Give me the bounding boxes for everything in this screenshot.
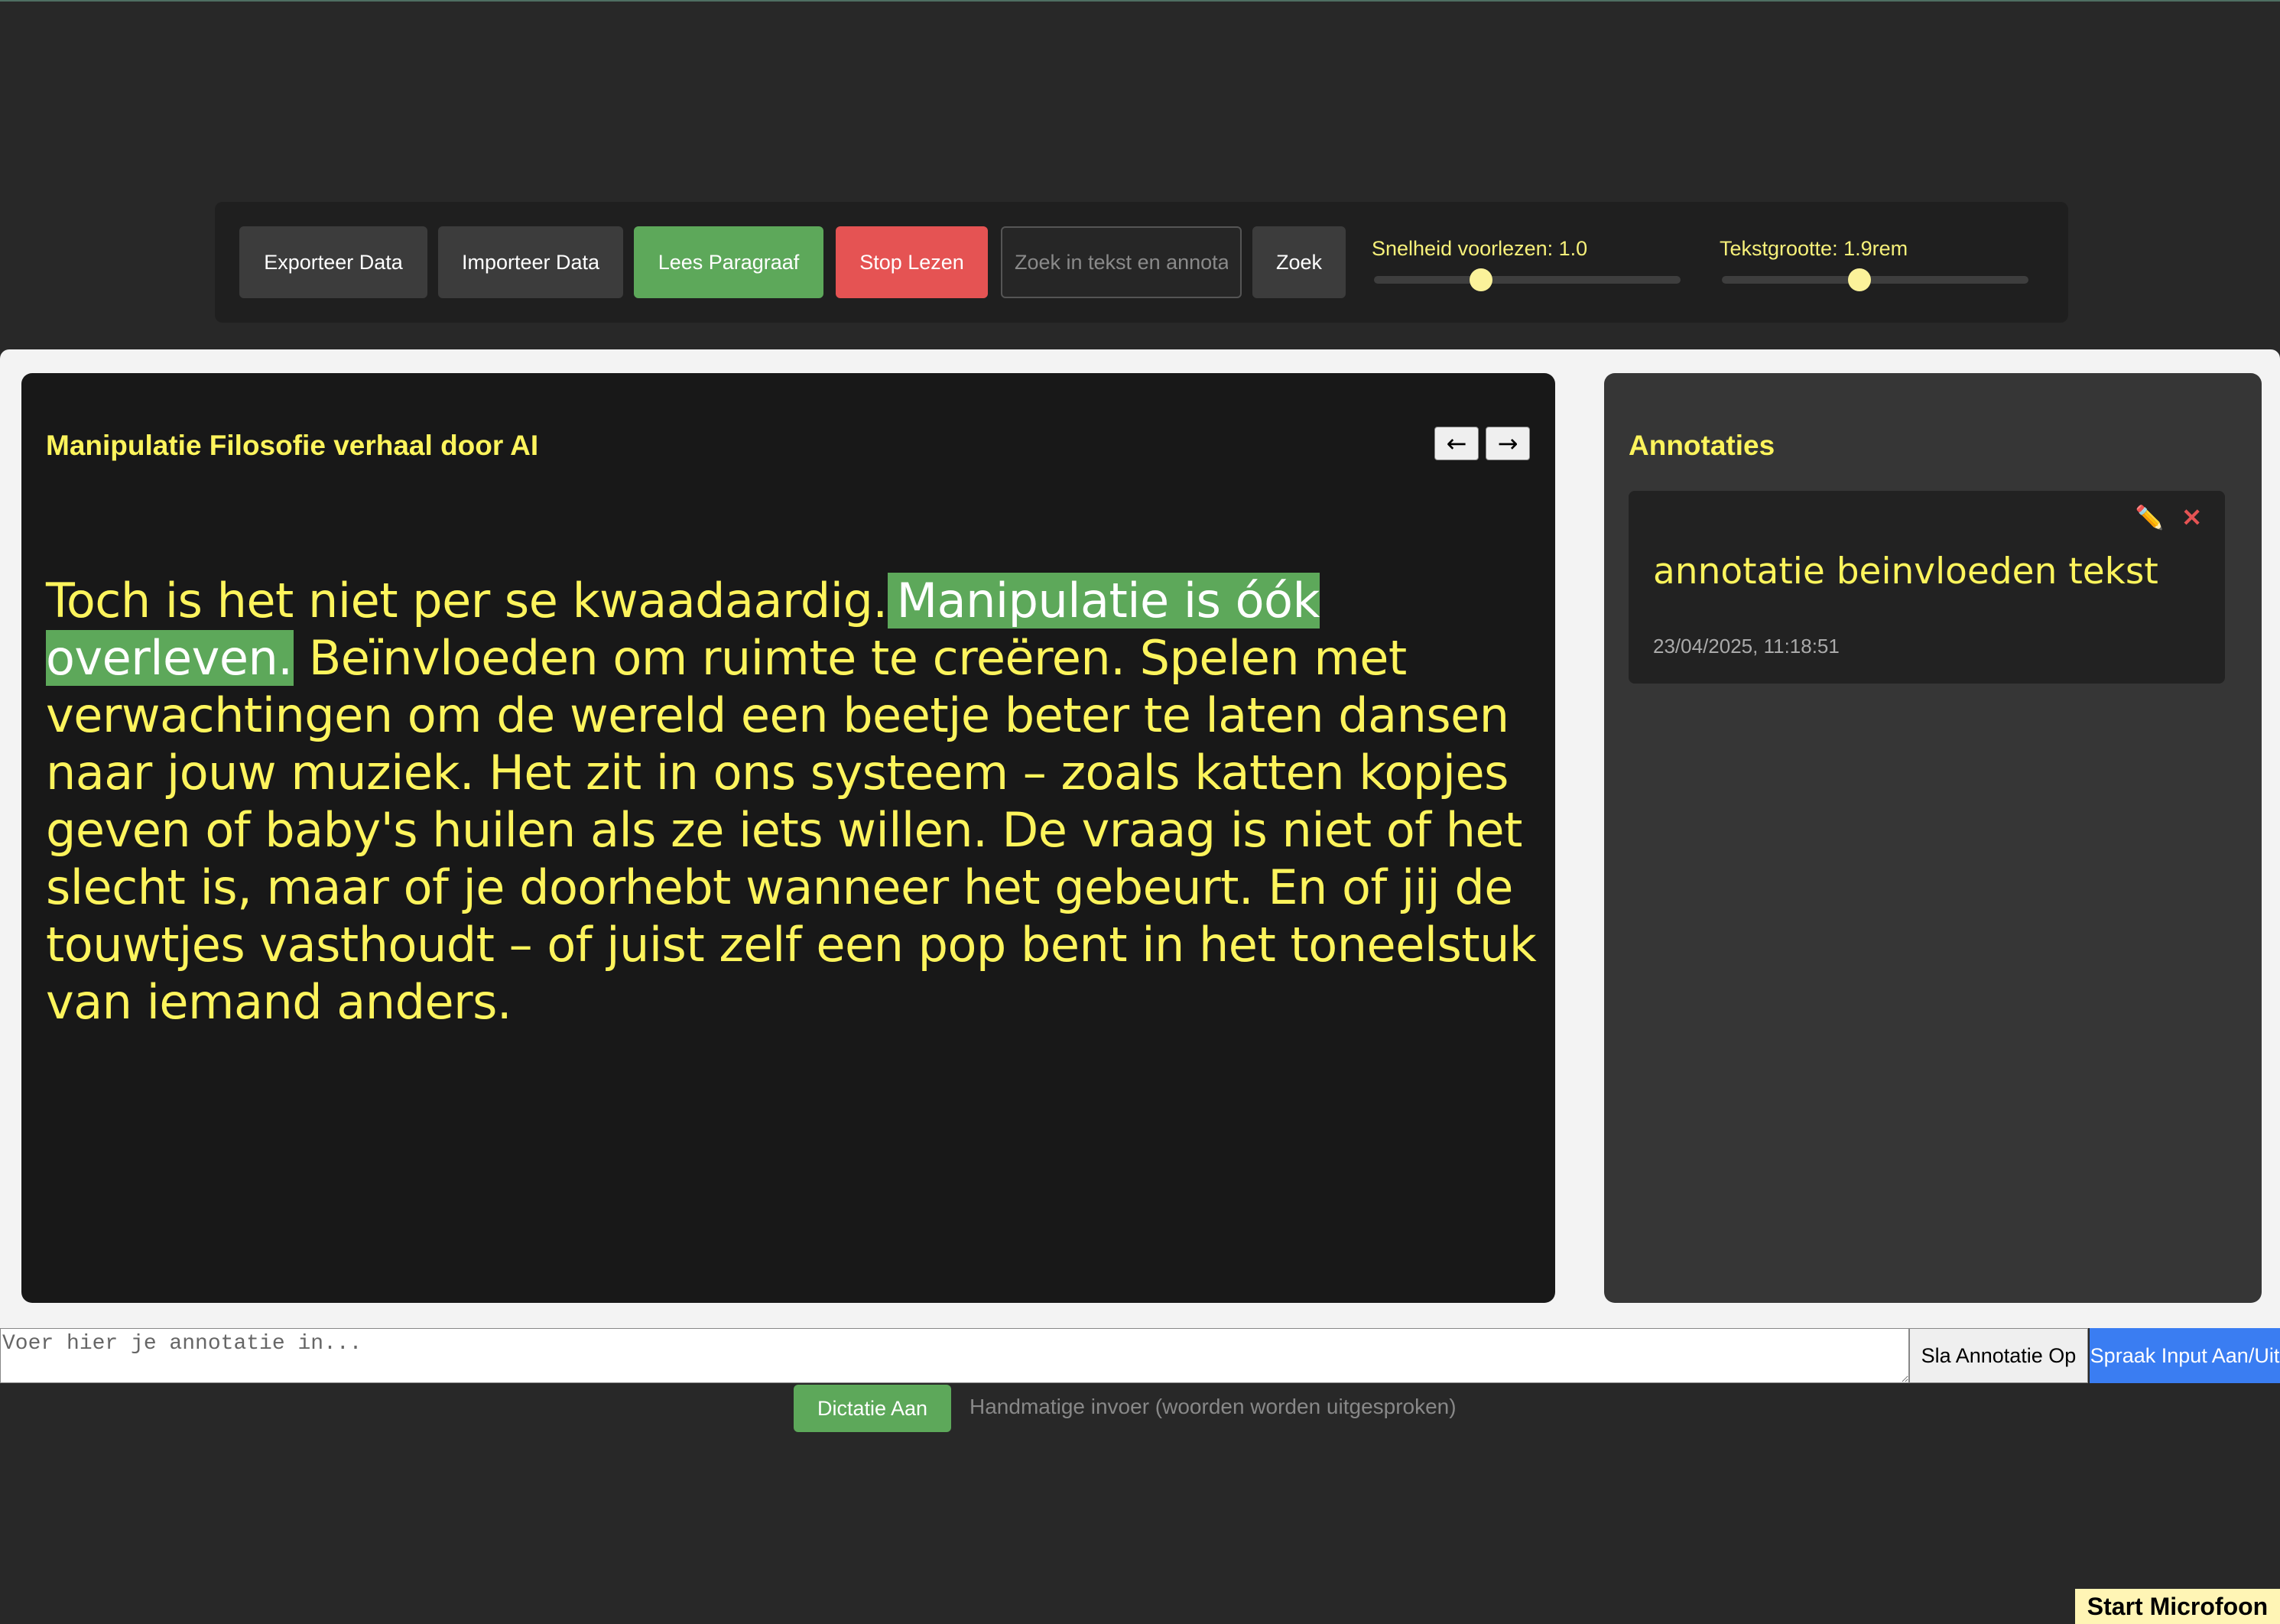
annotations-title: Annotaties bbox=[1629, 430, 1775, 461]
speed-slider[interactable] bbox=[1374, 268, 1681, 291]
annotation-text: annotatie beinvloeden tekst bbox=[1653, 551, 2158, 593]
annotations-panel: Annotaties ✏️ ✕ annotatie beinvloeden te… bbox=[1604, 373, 2262, 1303]
arrow-right-icon: → bbox=[1497, 429, 1518, 458]
save-annotation-button[interactable]: Sla Annotatie Op bbox=[1909, 1328, 2088, 1383]
search-button[interactable]: Zoek bbox=[1252, 226, 1346, 298]
textsize-label: Tekstgrootte: 1.9rem bbox=[1720, 237, 1908, 260]
arrow-left-icon: ← bbox=[1446, 429, 1467, 458]
dictation-button[interactable]: Dictatie Aan bbox=[794, 1385, 951, 1432]
paragraph-text-after: Beïnvloeden om ruimte te creëren. Spelen… bbox=[46, 630, 1537, 1030]
reader-panel: Manipulatie Filosofie verhaal door AI ← … bbox=[21, 373, 1555, 1303]
paragraph-text: Toch is het niet per se kwaadaardig. Mani… bbox=[46, 572, 1544, 1031]
dictation-hint: Handmatige invoer (woorden worden uitges… bbox=[969, 1395, 1457, 1418]
next-paragraph-button[interactable]: → bbox=[1486, 427, 1530, 460]
stop-reading-button[interactable]: Stop Lezen bbox=[836, 226, 988, 298]
reader-title: Manipulatie Filosofie verhaal door AI bbox=[46, 430, 539, 461]
search-input[interactable] bbox=[1001, 226, 1242, 298]
close-icon[interactable]: ✕ bbox=[2181, 503, 2202, 532]
start-microphone-button[interactable]: Start Microfoon bbox=[2075, 1589, 2280, 1624]
speed-label: Snelheid voorlezen: 1.0 bbox=[1372, 237, 1588, 260]
main-area: Manipulatie Filosofie verhaal door AI ← … bbox=[0, 349, 2280, 1328]
import-data-button[interactable]: Importeer Data bbox=[438, 226, 623, 298]
pencil-icon[interactable]: ✏️ bbox=[2135, 505, 2164, 531]
voice-input-toggle-button[interactable]: Spraak Input Aan/Uit bbox=[2090, 1328, 2280, 1383]
toolbar: Exporteer Data Importeer Data Lees Parag… bbox=[215, 202, 2068, 323]
textsize-slider-thumb[interactable] bbox=[1848, 268, 1872, 291]
annotation-card: ✏️ ✕ annotatie beinvloeden tekst 23/04/2… bbox=[1629, 491, 2225, 684]
annotation-input[interactable] bbox=[0, 1328, 1909, 1383]
paragraph-text-before: Toch is het niet per se kwaadaardig. bbox=[46, 573, 888, 628]
annotation-date: 23/04/2025, 11:18:51 bbox=[1653, 635, 1840, 658]
speed-slider-thumb[interactable] bbox=[1470, 268, 1493, 291]
textsize-slider[interactable] bbox=[1722, 268, 2028, 291]
export-data-button[interactable]: Exporteer Data bbox=[239, 226, 427, 298]
prev-paragraph-button[interactable]: ← bbox=[1434, 427, 1479, 460]
read-paragraph-button[interactable]: Lees Paragraaf bbox=[634, 226, 823, 298]
